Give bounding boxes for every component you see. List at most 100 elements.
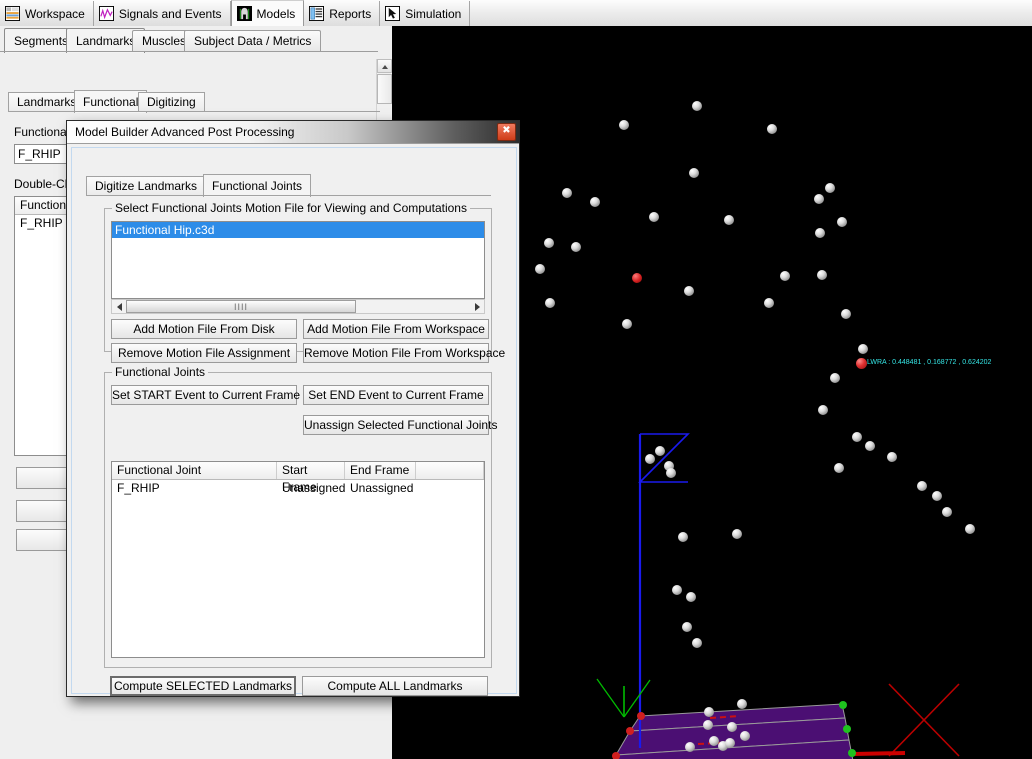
marker-point[interactable] <box>834 463 844 473</box>
scroll-right-arrow[interactable] <box>470 300 484 313</box>
marker-point[interactable] <box>852 432 862 442</box>
scroll-up-arrow[interactable] <box>377 59 392 73</box>
marker-point[interactable] <box>649 212 659 222</box>
marker-point[interactable] <box>825 183 835 193</box>
dialog-title-bar[interactable]: Model Builder Advanced Post Processing ✖ <box>67 121 519 144</box>
plate-corner-red-1 <box>637 712 645 720</box>
motion-file-horizontal-scrollbar[interactable]: IIII <box>111 299 485 314</box>
origin-axis-diag-left <box>596 678 625 718</box>
marker-point[interactable] <box>590 197 600 207</box>
marker-point[interactable] <box>737 699 747 709</box>
marker-point[interactable] <box>732 529 742 539</box>
marker-point[interactable] <box>830 373 840 383</box>
marker-point[interactable] <box>682 622 692 632</box>
marker-point[interactable] <box>942 507 952 517</box>
marker-point[interactable] <box>965 524 975 534</box>
marker-point[interactable] <box>704 707 714 717</box>
motion-file-listbox[interactable]: Functional Hip.c3d <box>111 221 485 299</box>
cell-end-frame: Unassigned <box>350 481 414 495</box>
marker-point[interactable] <box>865 441 875 451</box>
model-body-icon <box>236 6 252 21</box>
motion-file-group-title: Select Functional Joints Motion File for… <box>112 201 470 215</box>
cell-start-frame: Unassigned <box>282 481 346 495</box>
compute-selected-landmarks-button[interactable]: Compute SELECTED Landmarks <box>110 676 296 696</box>
marker-point[interactable] <box>727 722 737 732</box>
dialog-title: Model Builder Advanced Post Processing <box>75 125 295 139</box>
marker-point[interactable] <box>740 731 750 741</box>
module-tab-label: Reports <box>329 6 372 21</box>
remove-motion-file-assignment-button[interactable]: Remove Motion File Assignment <box>111 343 297 363</box>
marker-point[interactable] <box>545 298 555 308</box>
module-toolbar: Workspace Signals and Events Models Repo… <box>0 0 1032 27</box>
button-label: Set END Event to Current Frame <box>308 388 484 402</box>
marker-point[interactable] <box>858 344 868 354</box>
table-row[interactable]: F_RHIP Unassigned Unassigned <box>112 480 484 497</box>
plate-corner-green-2 <box>843 725 851 733</box>
marker-point[interactable] <box>562 188 572 198</box>
marker-point[interactable] <box>692 638 702 648</box>
unassign-selected-joints-button[interactable]: Unassign Selected Functional Joints <box>303 415 497 435</box>
add-motion-file-from-disk-button[interactable]: Add Motion File From Disk <box>111 319 297 339</box>
module-tab-simulation[interactable]: Simulation <box>380 1 471 26</box>
button-label: Add Motion File From Disk <box>133 322 275 336</box>
button-label: Compute ALL Landmarks <box>327 679 463 693</box>
scroll-left-arrow[interactable] <box>112 300 126 313</box>
marker-point[interactable] <box>887 452 897 462</box>
module-tab-models[interactable]: Models <box>230 0 305 26</box>
tab-digitize-landmarks[interactable]: Digitize Landmarks <box>86 176 207 196</box>
column-header-end-frame: End Frame <box>345 462 416 479</box>
marker-point[interactable] <box>917 481 927 491</box>
module-tab-label: Workspace <box>25 6 85 21</box>
module-tab-reports[interactable]: Reports <box>304 1 381 26</box>
horizontal-scroll-thumb[interactable]: IIII <box>126 300 356 313</box>
scroll-thumb[interactable] <box>377 74 392 104</box>
marker-point[interactable] <box>686 592 696 602</box>
marker-point[interactable] <box>837 217 847 227</box>
set-end-event-button[interactable]: Set END Event to Current Frame <box>303 385 489 405</box>
marker-point[interactable] <box>724 215 734 225</box>
set-start-event-button[interactable]: Set START Event to Current Frame <box>111 385 300 405</box>
marker-point[interactable] <box>767 124 777 134</box>
motion-file-item[interactable]: Functional Hip.c3d <box>112 222 484 238</box>
tab-functional-joints[interactable]: Functional Joints <box>203 174 312 197</box>
selected-marker[interactable] <box>856 358 867 369</box>
marker-point[interactable] <box>815 228 825 238</box>
tab-digitizing[interactable]: Digitizing <box>138 92 205 112</box>
marker-point[interactable] <box>535 264 545 274</box>
functional-joints-table[interactable]: Functional Joint Start Frame End Frame F… <box>111 461 485 658</box>
marker-point[interactable] <box>544 238 554 248</box>
marker-point[interactable] <box>655 446 665 456</box>
marker-point[interactable] <box>632 273 642 283</box>
marker-point[interactable] <box>678 532 688 542</box>
marker-point[interactable] <box>818 405 828 415</box>
module-tab-label: Signals and Events <box>118 6 222 21</box>
marker-point[interactable] <box>685 742 695 752</box>
marker-point[interactable] <box>672 585 682 595</box>
module-tab-workspace[interactable]: Workspace <box>0 1 94 26</box>
marker-point[interactable] <box>932 491 942 501</box>
compute-all-landmarks-button[interactable]: Compute ALL Landmarks <box>302 676 488 696</box>
add-motion-file-from-workspace-button[interactable]: Add Motion File From Workspace <box>303 319 489 339</box>
landmarks-tabstrip: Landmarks Functional Digitizing <box>8 90 368 113</box>
tab-functional[interactable]: Functional <box>74 90 148 113</box>
close-icon[interactable]: ✖ <box>497 123 516 141</box>
marker-point[interactable] <box>780 271 790 281</box>
marker-point[interactable] <box>666 468 676 478</box>
remove-motion-file-from-workspace-button[interactable]: Remove Motion File From Workspace <box>303 343 505 363</box>
advanced-post-processing-dialog[interactable]: Model Builder Advanced Post Processing ✖… <box>66 120 520 697</box>
marker-point[interactable] <box>689 168 699 178</box>
marker-point[interactable] <box>571 242 581 252</box>
tab-subject-data-metrics[interactable]: Subject Data / Metrics <box>184 30 322 52</box>
module-tab-signals-and-events[interactable]: Signals and Events <box>94 1 231 26</box>
marker-point[interactable] <box>645 454 655 464</box>
marker-point[interactable] <box>703 720 713 730</box>
marker-point[interactable] <box>814 194 824 204</box>
marker-point[interactable] <box>725 738 735 748</box>
marker-point[interactable] <box>692 101 702 111</box>
marker-point[interactable] <box>619 120 629 130</box>
marker-point[interactable] <box>817 270 827 280</box>
marker-point[interactable] <box>684 286 694 296</box>
marker-point[interactable] <box>841 309 851 319</box>
marker-point[interactable] <box>764 298 774 308</box>
marker-point[interactable] <box>622 319 632 329</box>
